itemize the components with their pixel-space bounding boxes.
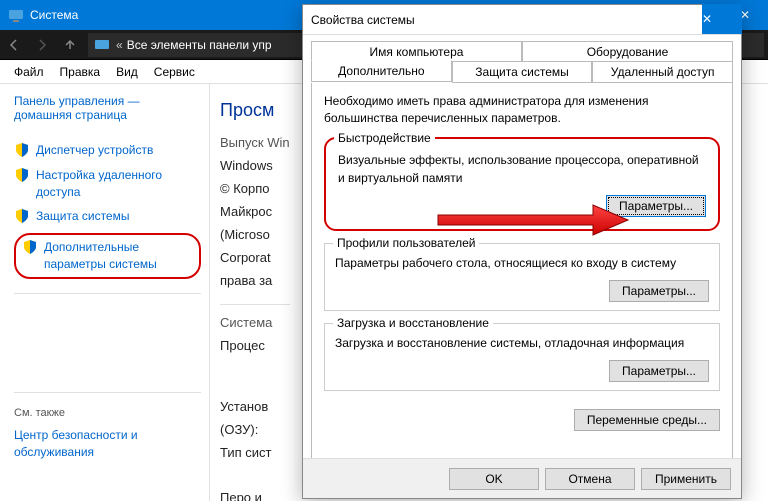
back-button[interactable] [0, 31, 28, 59]
edition-label: Выпуск Win [220, 135, 290, 150]
page-heading: Просм [220, 100, 290, 121]
dialog-button-row: OK Отмена Применить [303, 458, 741, 498]
tab-row-bottom: Дополнительно Защита системы Удаленный д… [311, 61, 733, 83]
shield-icon [14, 208, 30, 224]
system-properties-dialog: Свойства системы ✕ Имя компьютера Оборуд… [302, 4, 742, 499]
sidebar-item-security-center[interactable]: Центр безопасности и обслуживания [14, 427, 201, 461]
menu-tools[interactable]: Сервис [146, 63, 203, 81]
shield-icon [22, 239, 38, 255]
dialog-titlebar: Свойства системы ✕ [303, 5, 741, 35]
user-profiles-group: Профили пользователей Параметры рабочего… [324, 243, 720, 311]
tab-remote[interactable]: Удаленный доступ [592, 61, 733, 83]
menu-file[interactable]: Файл [6, 63, 52, 81]
dialog-close-button[interactable]: ✕ [702, 4, 742, 34]
startup-recovery-group: Загрузка и восстановление Загрузка и вос… [324, 323, 720, 391]
sidebar: Панель управления —домашняя страница Дис… [0, 84, 210, 501]
sidebar-item-device-manager[interactable]: Диспетчер устройств [14, 142, 201, 159]
see-also-label: См. также [14, 407, 201, 419]
tab-computer-name[interactable]: Имя компьютера [311, 41, 522, 62]
breadcrumb-text: Все элементы панели упр [127, 38, 272, 52]
menu-view[interactable]: Вид [108, 63, 146, 81]
control-panel-icon [94, 37, 110, 53]
user-profiles-desc: Параметры рабочего стола, относящиеся ко… [335, 254, 709, 272]
system-section-label: Система [220, 304, 290, 330]
performance-desc: Визуальные эффекты, использование процес… [338, 151, 706, 187]
up-button[interactable] [56, 31, 84, 59]
control-panel-home-link[interactable]: Панель управления —домашняя страница [14, 94, 201, 122]
performance-settings-button[interactable]: Параметры... [606, 195, 706, 217]
sidebar-item-advanced-settings[interactable]: Дополнительные параметры системы [14, 233, 201, 279]
tab-content-advanced: Необходимо иметь права администратора дл… [311, 83, 733, 463]
dialog-title: Свойства системы [311, 13, 702, 27]
shield-icon [14, 167, 30, 183]
ok-button[interactable]: OK [449, 468, 539, 490]
performance-legend: Быстродействие [334, 131, 435, 145]
copyright-text: © Корпо [220, 181, 290, 196]
user-profiles-settings-button[interactable]: Параметры... [609, 280, 709, 302]
sidebar-item-system-protection[interactable]: Защита системы [14, 208, 201, 225]
shield-icon [14, 142, 30, 158]
tab-hardware[interactable]: Оборудование [522, 41, 733, 62]
cancel-button[interactable]: Отмена [545, 468, 635, 490]
startup-recovery-desc: Загрузка и восстановление системы, отлад… [335, 334, 709, 352]
user-profiles-legend: Профили пользователей [333, 236, 479, 250]
forward-button[interactable] [28, 31, 56, 59]
performance-group: Быстродействие Визуальные эффекты, испол… [324, 137, 720, 231]
tab-row-top: Имя компьютера Оборудование [311, 41, 733, 62]
content-area: Просм Выпуск Win Windows © Корпо Майкрос… [210, 84, 300, 501]
apply-button[interactable]: Применить [641, 468, 731, 490]
startup-recovery-legend: Загрузка и восстановление [333, 316, 493, 330]
startup-recovery-settings-button[interactable]: Параметры... [609, 360, 709, 382]
admin-rights-note: Необходимо иметь права администратора дл… [324, 93, 720, 127]
environment-variables-button[interactable]: Переменные среды... [574, 409, 720, 431]
menu-edit[interactable]: Правка [52, 63, 109, 81]
tab-advanced[interactable]: Дополнительно [311, 60, 452, 82]
sidebar-item-remote-settings[interactable]: Настройка удаленного доступа [14, 167, 201, 201]
edition-value: Windows [220, 158, 290, 173]
tab-system-protection[interactable]: Защита системы [452, 61, 593, 83]
system-icon [8, 7, 24, 23]
